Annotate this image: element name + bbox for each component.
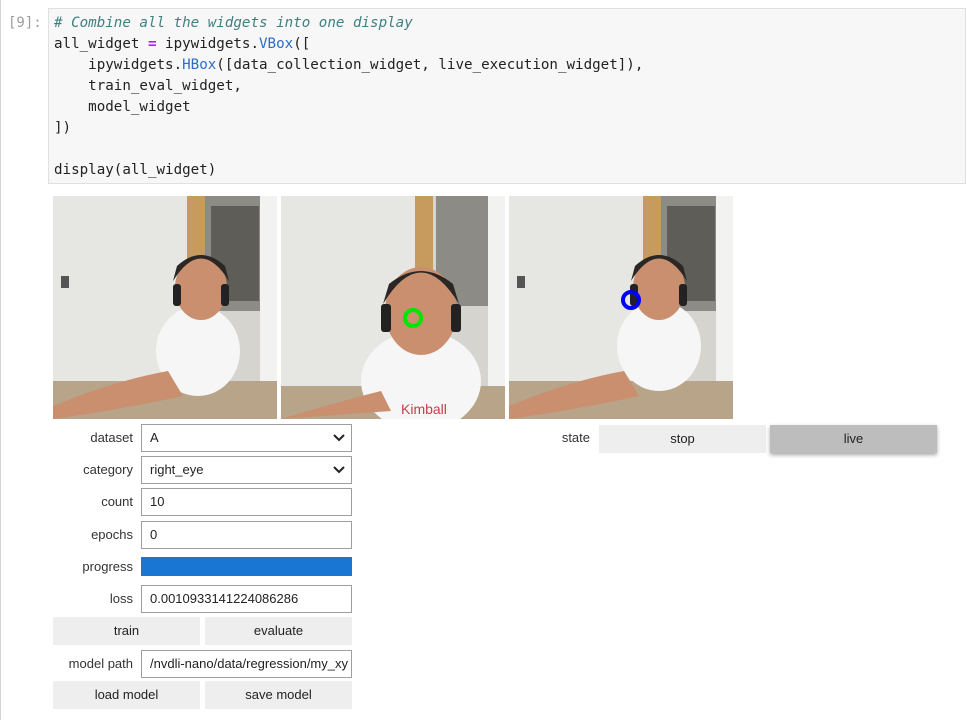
count-field[interactable]: 10 — [141, 488, 352, 516]
category-select-value: right_eye — [150, 462, 204, 477]
evaluate-button[interactable]: evaluate — [205, 617, 352, 645]
dataset-select[interactable]: A — [141, 424, 352, 452]
code-line-4: train_eval_widget, — [54, 78, 242, 94]
dataset-label: dataset — [90, 430, 133, 445]
camera-photo: Kimball — [281, 196, 505, 419]
model-path-field[interactable]: /nvdli-nano/data/regression/my_xy — [141, 650, 352, 678]
category-label: category — [83, 462, 133, 477]
code-token: all_widget — [54, 36, 148, 52]
progress-label: progress — [82, 559, 133, 574]
save-model-button[interactable]: save model — [205, 681, 352, 709]
camera-feed-live-prediction — [509, 196, 733, 419]
code-line-3: ipywidgets.HBox([data_collection_widget,… — [54, 55, 643, 76]
notebook-page: [9]: # Combine all the widgets into one … — [0, 0, 967, 720]
progress-bar-fill — [141, 557, 352, 576]
camera-photo — [509, 196, 733, 419]
model-path-label: model path — [68, 656, 133, 671]
code-token: ipywidgets. — [54, 57, 183, 73]
state-label: state — [561, 430, 590, 445]
chevron-down-icon — [333, 434, 345, 442]
code-token: ([ — [293, 36, 311, 52]
code-token: ipywidgets. — [156, 36, 260, 52]
code-token: ([data_collection_widget, live_execution… — [216, 57, 644, 73]
count-label: count — [101, 494, 133, 509]
chevron-down-icon — [333, 466, 345, 474]
code-line-8: display(all_widget) — [54, 162, 217, 178]
code-class-name: VBox — [259, 36, 294, 52]
code-line-5: model_widget — [54, 99, 191, 115]
progress-bar — [141, 557, 352, 576]
code-operator: = — [147, 36, 157, 52]
category-select[interactable]: right_eye — [141, 456, 352, 484]
camera-photo — [53, 196, 277, 419]
train-button[interactable]: train — [53, 617, 200, 645]
code-class-name: HBox — [182, 57, 217, 73]
state-toggle-stop[interactable]: stop — [599, 425, 766, 453]
svg-text:Kimball: Kimball — [401, 401, 447, 417]
camera-feed-data-collection[interactable] — [53, 196, 277, 419]
epochs-field[interactable]: 0 — [141, 521, 352, 549]
epochs-label: epochs — [91, 527, 133, 542]
code-line-2: all_widget = ipywidgets.VBox([ — [54, 34, 310, 55]
code-line-6: ]) — [54, 120, 72, 136]
code-cell[interactable]: # Combine all the widgets into one displ… — [48, 8, 966, 184]
loss-field[interactable]: 0.0010933141224086286 — [141, 585, 352, 613]
load-model-button[interactable]: load model — [53, 681, 200, 709]
dataset-select-value: A — [150, 430, 159, 445]
state-toggle-live[interactable]: live — [770, 425, 937, 453]
loss-label: loss — [109, 591, 133, 606]
camera-feed-annotated: Kimball — [281, 196, 505, 419]
cell-prompt: [9]: — [8, 15, 42, 31]
code-comment-line: # Combine all the widgets into one displ… — [54, 15, 413, 31]
